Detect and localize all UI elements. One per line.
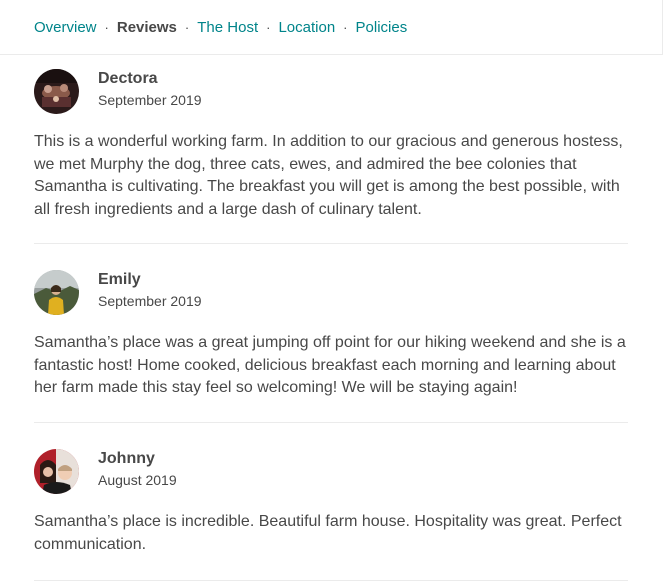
section-nav-bar: Overview · Reviews · The Host · Location…: [0, 0, 663, 55]
review-date: September 2019: [98, 293, 202, 309]
nav-separator: ·: [343, 20, 348, 35]
review-divider: [34, 243, 628, 244]
nav-reviews[interactable]: Reviews: [117, 19, 177, 37]
nav-separator: ·: [104, 20, 109, 35]
review-date: September 2019: [98, 92, 202, 108]
avatar[interactable]: [34, 449, 79, 494]
review-divider: [34, 580, 628, 581]
reviewer-name[interactable]: Emily: [98, 270, 141, 290]
avatar-photo-icon: [34, 270, 79, 315]
review-text: Samantha’s place is incredible. Beautifu…: [34, 513, 622, 553]
review-divider: [34, 422, 628, 423]
review-item: Johnny August 2019 Samantha’s place is i…: [34, 449, 628, 559]
reviewer-name[interactable]: Johnny: [98, 449, 155, 469]
review-item: Dectora September 2019 This is a wonderf…: [34, 69, 628, 229]
avatar-photo-icon: [34, 69, 79, 114]
nav-separator: ·: [184, 20, 190, 35]
nav-policies[interactable]: Policies: [356, 19, 408, 37]
review-item: Emily September 2019 Samantha’s place wa…: [34, 270, 628, 410]
review-date: August 2019: [98, 472, 177, 488]
avatar[interactable]: [34, 270, 79, 315]
avatar[interactable]: [34, 69, 79, 114]
reviewer-name[interactable]: Dectora: [98, 69, 158, 89]
review-text: Samantha’s place was a great jumping off…: [34, 334, 626, 396]
nav-overview[interactable]: Overview: [34, 19, 97, 37]
nav-the-host[interactable]: The Host: [197, 19, 258, 37]
section-nav: Overview · Reviews · The Host · Location…: [34, 19, 407, 37]
avatar-photo-icon: [34, 449, 79, 494]
nav-separator: ·: [266, 20, 271, 35]
nav-location[interactable]: Location: [278, 19, 335, 37]
review-text: This is a wonderful working farm. In add…: [34, 133, 623, 218]
